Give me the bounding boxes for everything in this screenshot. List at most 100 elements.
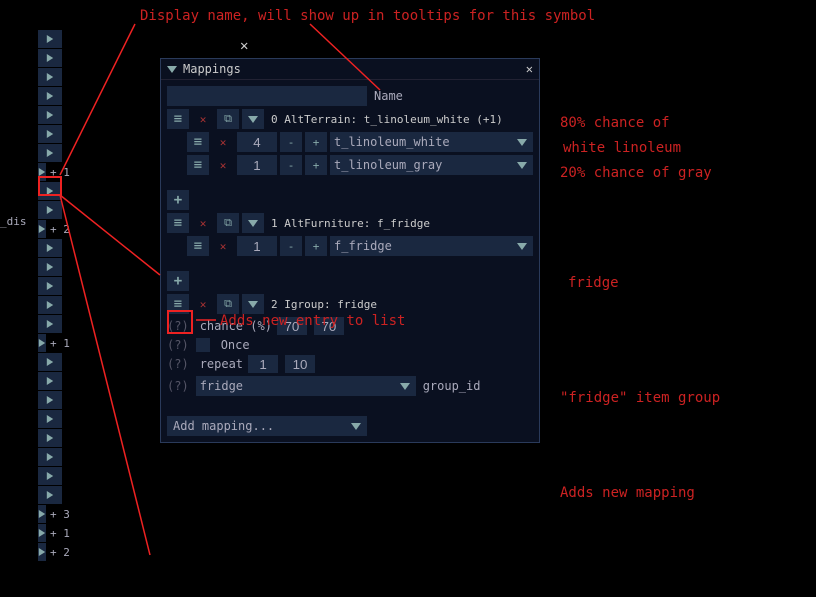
drag-icon[interactable] xyxy=(167,213,189,233)
drag-icon[interactable] xyxy=(187,155,209,175)
group-dropdown[interactable]: fridge xyxy=(196,376,416,396)
annotation: Display name, will show up in tooltips f… xyxy=(140,8,595,24)
value-dropdown[interactable]: t_linoleum_white xyxy=(330,132,533,152)
delete-icon[interactable]: ✕ xyxy=(192,109,214,129)
delete-icon[interactable]: ✕ xyxy=(212,236,234,256)
name-input[interactable] xyxy=(167,86,367,106)
plus-button[interactable]: + xyxy=(305,155,327,175)
sidebar-item xyxy=(38,467,68,485)
sidebar-item xyxy=(38,277,68,295)
weight-input[interactable] xyxy=(237,155,277,175)
play-icon[interactable] xyxy=(38,410,62,428)
play-icon[interactable] xyxy=(38,334,46,352)
sidebar-item xyxy=(38,87,68,105)
play-icon[interactable] xyxy=(38,543,46,561)
play-icon[interactable] xyxy=(38,220,46,238)
play-icon[interactable] xyxy=(38,505,46,523)
mapping-row: ✕ - + t_linoleum_gray xyxy=(187,155,533,175)
play-icon[interactable] xyxy=(38,144,62,162)
copy-icon[interactable] xyxy=(217,294,239,314)
annotation: Adds new entry to list xyxy=(220,313,405,329)
annotation: "fridge" item group xyxy=(560,390,720,406)
repeat-input[interactable] xyxy=(285,355,315,373)
value-dropdown[interactable]: f_fridge xyxy=(330,236,533,256)
play-icon[interactable] xyxy=(38,68,62,86)
play-icon[interactable] xyxy=(38,448,62,466)
sidebar-item xyxy=(38,125,68,143)
play-icon[interactable] xyxy=(38,372,62,390)
repeat-input[interactable] xyxy=(248,355,278,373)
mappings-panel: Mappings ✕ Name ✕ 0 AltTerrain: t_linole… xyxy=(160,58,540,443)
delete-icon[interactable]: ✕ xyxy=(192,294,214,314)
once-checkbox[interactable] xyxy=(196,338,210,352)
play-icon[interactable] xyxy=(38,201,62,219)
sidebar-item xyxy=(38,429,68,447)
mapping-label: 0 AltTerrain: t_linoleum_white (+1) xyxy=(271,113,503,126)
mapping-header: ✕ 2 Igroup: fridge xyxy=(167,294,533,314)
collapse-icon[interactable] xyxy=(167,66,177,73)
play-icon[interactable] xyxy=(38,125,62,143)
play-icon[interactable] xyxy=(38,467,62,485)
add-entry-button[interactable]: + xyxy=(167,190,189,210)
copy-icon[interactable] xyxy=(217,109,239,129)
play-icon[interactable] xyxy=(38,49,62,67)
minus-button[interactable]: - xyxy=(280,236,302,256)
add-entry-button[interactable]: + xyxy=(167,271,189,291)
sidebar-item xyxy=(38,448,68,466)
sidebar-item xyxy=(38,68,68,86)
drag-icon[interactable] xyxy=(187,236,209,256)
sidebar-item xyxy=(38,486,68,504)
play-icon[interactable] xyxy=(38,315,62,333)
play-icon[interactable] xyxy=(38,486,62,504)
delete-icon[interactable]: ✕ xyxy=(212,132,234,152)
plus-button[interactable]: + xyxy=(305,236,327,256)
drag-icon[interactable] xyxy=(187,132,209,152)
help-icon[interactable]: (?) xyxy=(167,379,189,393)
play-icon[interactable] xyxy=(38,353,62,371)
help-icon[interactable]: (?) xyxy=(167,357,189,371)
value-dropdown[interactable]: t_linoleum_gray xyxy=(330,155,533,175)
once-label: Once xyxy=(221,338,250,352)
weight-input[interactable] xyxy=(237,236,277,256)
drag-icon[interactable] xyxy=(167,109,189,129)
minus-button[interactable]: - xyxy=(280,132,302,152)
annotation: 80% chance of xyxy=(560,115,670,131)
mapping-header: ✕ 1 AltFurniture: f_fridge xyxy=(167,213,533,233)
play-icon[interactable] xyxy=(38,429,62,447)
expand-icon[interactable] xyxy=(242,213,264,233)
weight-input[interactable] xyxy=(237,132,277,152)
help-icon[interactable]: (?) xyxy=(167,338,189,352)
minus-button[interactable]: - xyxy=(280,155,302,175)
close-icon[interactable]: ✕ xyxy=(240,38,248,54)
sidebar-item xyxy=(38,372,68,390)
play-icon[interactable] xyxy=(38,524,46,542)
play-icon[interactable] xyxy=(38,30,62,48)
name-label: Name xyxy=(374,89,403,103)
sidebar-label: + 2 xyxy=(50,546,70,559)
plus-button[interactable]: + xyxy=(305,132,327,152)
add-mapping-dropdown[interactable]: Add mapping... xyxy=(167,416,367,436)
play-icon[interactable] xyxy=(38,296,62,314)
delete-icon[interactable]: ✕ xyxy=(212,155,234,175)
play-icon[interactable] xyxy=(38,239,62,257)
copy-icon[interactable] xyxy=(217,213,239,233)
mapping-row: ✕ - + f_fridge xyxy=(187,236,533,256)
sidebar-item xyxy=(38,410,68,428)
play-icon[interactable] xyxy=(38,391,62,409)
play-icon[interactable] xyxy=(38,277,62,295)
play-icon[interactable] xyxy=(38,258,62,276)
annotation: 20% chance of gray xyxy=(560,165,712,181)
panel-title: Mappings xyxy=(183,62,526,76)
sidebar-item: + 1 xyxy=(38,334,68,352)
mapping-label: 1 AltFurniture: f_fridge xyxy=(271,217,430,230)
play-icon[interactable] xyxy=(38,106,62,124)
expand-icon[interactable] xyxy=(242,294,264,314)
expand-icon[interactable] xyxy=(242,109,264,129)
annotation: Adds new mapping xyxy=(560,485,695,501)
close-icon[interactable]: ✕ xyxy=(526,62,533,76)
delete-icon[interactable]: ✕ xyxy=(192,213,214,233)
annotation: fridge xyxy=(568,275,619,291)
mapping-row: ✕ - + t_linoleum_white xyxy=(187,132,533,152)
sidebar-item: + 2 xyxy=(38,220,68,238)
play-icon[interactable] xyxy=(38,87,62,105)
